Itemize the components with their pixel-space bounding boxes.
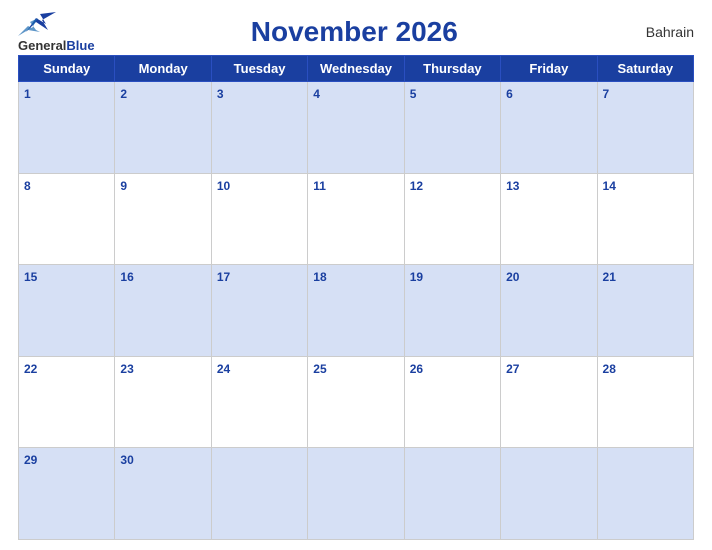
calendar-day-cell: 27: [501, 356, 597, 448]
weekday-header-monday: Monday: [115, 56, 211, 82]
calendar-day-cell: 30: [115, 448, 211, 540]
calendar-day-cell: 6: [501, 82, 597, 174]
calendar-day-cell: 3: [211, 82, 307, 174]
calendar-day-cell: 1: [19, 82, 115, 174]
calendar-day-cell: 18: [308, 265, 404, 357]
calendar-day-cell: 2: [115, 82, 211, 174]
day-number: 15: [24, 270, 37, 284]
calendar-day-cell: 12: [404, 173, 500, 265]
day-number: 22: [24, 362, 37, 376]
calendar-day-cell: 8: [19, 173, 115, 265]
day-number: 19: [410, 270, 423, 284]
weekday-header-wednesday: Wednesday: [308, 56, 404, 82]
calendar-day-cell: 15: [19, 265, 115, 357]
empty-cell: [404, 448, 500, 540]
day-number: 17: [217, 270, 230, 284]
calendar-day-cell: 9: [115, 173, 211, 265]
calendar-day-cell: 14: [597, 173, 693, 265]
calendar-day-cell: 29: [19, 448, 115, 540]
day-number: 29: [24, 453, 37, 467]
calendar-week-row: 8 9 10 11 12 13 14: [19, 173, 694, 265]
calendar-day-cell: 20: [501, 265, 597, 357]
calendar-day-cell: 10: [211, 173, 307, 265]
calendar-title: November 2026: [95, 16, 614, 48]
calendar-day-cell: 7: [597, 82, 693, 174]
day-number: 27: [506, 362, 519, 376]
day-number: 6: [506, 87, 513, 101]
day-number: 9: [120, 179, 127, 193]
calendar-table: SundayMondayTuesdayWednesdayThursdayFrid…: [18, 55, 694, 540]
day-number: 25: [313, 362, 326, 376]
day-number: 4: [313, 87, 320, 101]
logo-icon: [18, 10, 56, 38]
day-number: 24: [217, 362, 230, 376]
day-number: 1: [24, 87, 31, 101]
calendar-week-row: 22 23 24 25 26 27 28: [19, 356, 694, 448]
calendar-day-cell: 11: [308, 173, 404, 265]
day-number: 12: [410, 179, 423, 193]
logo-text: General Blue: [18, 38, 95, 53]
day-number: 7: [603, 87, 610, 101]
calendar-day-cell: 17: [211, 265, 307, 357]
calendar-week-row: 29 30: [19, 448, 694, 540]
weekday-header-sunday: Sunday: [19, 56, 115, 82]
day-number: 28: [603, 362, 616, 376]
day-number: 18: [313, 270, 326, 284]
calendar-week-row: 1 2 3 4 5 6 7: [19, 82, 694, 174]
calendar-day-cell: 23: [115, 356, 211, 448]
day-number: 3: [217, 87, 224, 101]
calendar-day-cell: 28: [597, 356, 693, 448]
calendar-day-cell: 16: [115, 265, 211, 357]
weekday-header-friday: Friday: [501, 56, 597, 82]
country-label: Bahrain: [614, 24, 694, 40]
top-bar: General Blue November 2026 Bahrain: [18, 10, 694, 53]
empty-cell: [211, 448, 307, 540]
weekday-header-tuesday: Tuesday: [211, 56, 307, 82]
day-number: 11: [313, 179, 326, 193]
day-number: 5: [410, 87, 417, 101]
logo: General Blue: [18, 10, 95, 53]
empty-cell: [501, 448, 597, 540]
day-number: 13: [506, 179, 519, 193]
day-number: 10: [217, 179, 230, 193]
calendar-day-cell: 5: [404, 82, 500, 174]
empty-cell: [597, 448, 693, 540]
day-number: 26: [410, 362, 423, 376]
calendar-day-cell: 25: [308, 356, 404, 448]
calendar-day-cell: 21: [597, 265, 693, 357]
calendar-day-cell: 4: [308, 82, 404, 174]
day-number: 20: [506, 270, 519, 284]
weekday-header-saturday: Saturday: [597, 56, 693, 82]
calendar-day-cell: 26: [404, 356, 500, 448]
day-number: 2: [120, 87, 127, 101]
empty-cell: [308, 448, 404, 540]
weekday-header-thursday: Thursday: [404, 56, 500, 82]
day-number: 16: [120, 270, 133, 284]
day-number: 30: [120, 453, 133, 467]
weekday-header-row: SundayMondayTuesdayWednesdayThursdayFrid…: [19, 56, 694, 82]
calendar-day-cell: 22: [19, 356, 115, 448]
calendar-week-row: 15 16 17 18 19 20 21: [19, 265, 694, 357]
calendar-day-cell: 24: [211, 356, 307, 448]
day-number: 21: [603, 270, 616, 284]
day-number: 23: [120, 362, 133, 376]
calendar-day-cell: 13: [501, 173, 597, 265]
day-number: 8: [24, 179, 31, 193]
day-number: 14: [603, 179, 616, 193]
calendar-day-cell: 19: [404, 265, 500, 357]
